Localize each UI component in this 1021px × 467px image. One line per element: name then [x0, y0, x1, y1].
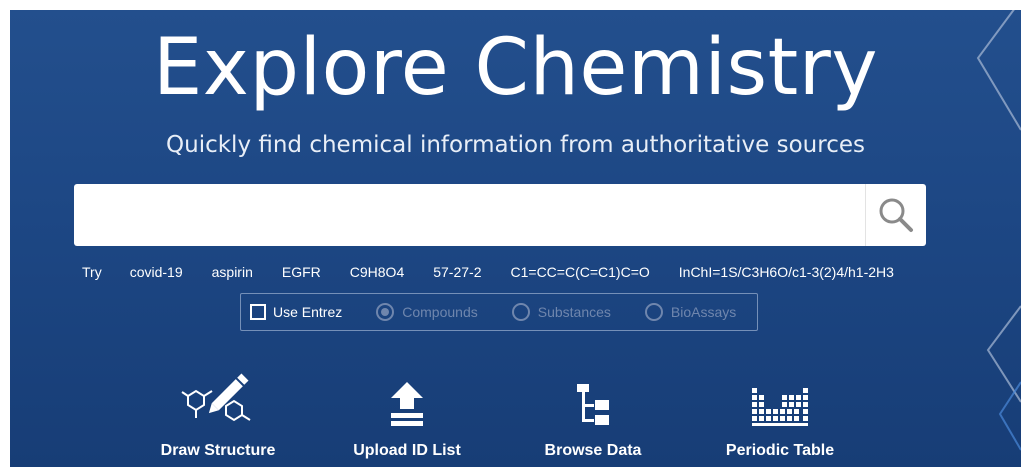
tool-label: Browse Data	[544, 442, 642, 459]
periodic-table-icon	[752, 388, 808, 426]
hero-banner: Explore Chemistry Quickly find chemical …	[10, 10, 1021, 467]
use-entrez-checkbox[interactable]: Use Entrez	[250, 304, 342, 320]
upload-id-list-button[interactable]: Upload ID List	[327, 370, 487, 460]
example-link[interactable]: aspirin	[212, 264, 253, 280]
search-icon	[879, 198, 913, 232]
radio-label: Substances	[537, 304, 611, 320]
search-options: Use Entrez Compounds Substances BioAssay…	[240, 293, 758, 331]
tool-label: Upload ID List	[353, 442, 461, 459]
page-subtitle: Quickly find chemical information from a…	[166, 132, 865, 158]
page-title: Explore Chemistry	[153, 23, 878, 113]
draw-structure-button[interactable]: Draw Structure	[138, 370, 298, 460]
search-input[interactable]	[74, 184, 865, 246]
periodic-table-button[interactable]: Periodic Table	[700, 370, 860, 460]
tool-label: Periodic Table	[725, 442, 835, 459]
example-link[interactable]: InChI=1S/C3H6O/c1-3(2)4/h1-2H3	[679, 264, 894, 280]
try-label: Try	[82, 264, 102, 280]
try-examples: Try covid-19 aspirin EGFR C9H8O4 57-27-2…	[82, 262, 923, 282]
example-link[interactable]: C1=CC=C(C=C1)C=O	[511, 264, 650, 280]
radio-bioassays[interactable]: BioAssays	[644, 303, 737, 321]
radio-label: BioAssays	[670, 304, 737, 320]
radio-substances[interactable]: Substances	[511, 303, 611, 321]
radio-selected-icon	[376, 303, 395, 321]
use-entrez-label: Use Entrez	[273, 304, 343, 320]
example-link[interactable]: C9H8O4	[350, 264, 404, 280]
radio-label: Compounds	[402, 304, 478, 320]
example-link[interactable]: EGFR	[282, 264, 321, 280]
radio-compounds[interactable]: Compounds	[376, 303, 478, 321]
tree-icon	[577, 384, 609, 425]
checkbox-icon	[250, 304, 266, 320]
example-link[interactable]: covid-19	[130, 264, 183, 280]
draw-structure-icon	[181, 373, 251, 422]
radio-icon	[644, 303, 663, 321]
example-link[interactable]: 57-27-2	[433, 264, 481, 280]
radio-icon	[511, 303, 530, 321]
tool-label: Draw Structure	[160, 442, 276, 459]
browse-data-button[interactable]: Browse Data	[513, 370, 673, 460]
upload-icon	[391, 382, 423, 426]
search-bar	[74, 184, 926, 246]
search-button[interactable]	[865, 184, 926, 246]
